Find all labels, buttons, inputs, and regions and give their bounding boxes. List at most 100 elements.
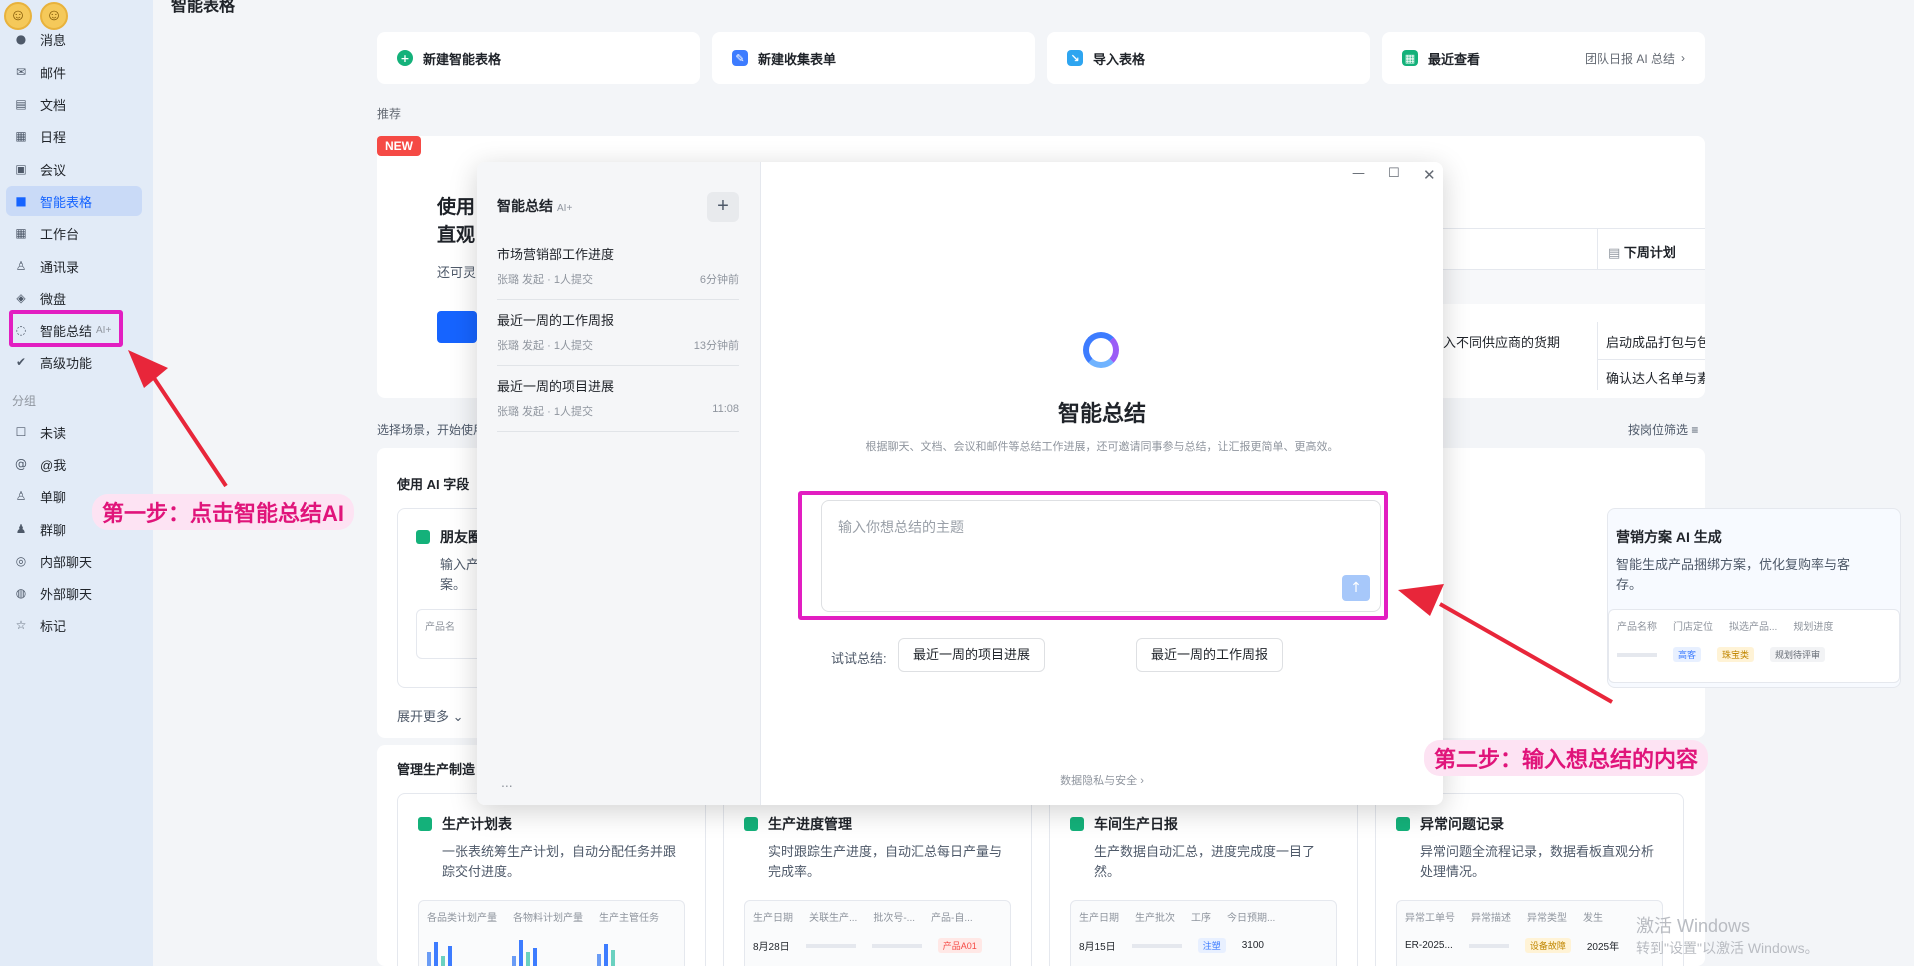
group-label: 分组 xyxy=(12,394,37,408)
unread-icon: ☐ xyxy=(15,425,27,439)
sidebar-item-label: 内部聊天 xyxy=(40,554,93,570)
privacy-link[interactable]: 数据隐私与安全 › xyxy=(761,772,1443,788)
banner-cta-button[interactable] xyxy=(437,311,477,343)
section-title: 管理生产制造 xyxy=(397,762,476,777)
sidebar-item-docs[interactable]: ▤ 文档 xyxy=(6,89,142,119)
person-icon: ♙ xyxy=(15,489,27,503)
new-smart-table-button[interactable]: + 新建智能表格 xyxy=(377,32,700,84)
template-card-production-plan[interactable]: 生产计划表 一张表统筹生产计划，自动分配任务并跟踪交付进度。 各品类计划产量 各物… xyxy=(397,793,706,966)
close-icon[interactable]: ✕ xyxy=(1423,166,1436,184)
calendar-icon: ▦ xyxy=(15,129,27,143)
sidebar-item-label: 文档 xyxy=(40,97,67,113)
sidebar-item-label: 消息 xyxy=(40,32,67,48)
history-item[interactable]: 最近一周的工作周报 张璐 发起 · 1人提交 13分钟前 xyxy=(497,300,739,366)
chevron-right-icon: › xyxy=(1681,51,1685,65)
suggestion-chip[interactable]: 最近一周的项目进展 xyxy=(898,638,1046,672)
table-icon xyxy=(744,817,758,831)
mini-table: 产品名称 门店定位 拟选产品... 规划进度 高客 珠宝类 规划待评审 xyxy=(1608,609,1900,683)
expand-more-button[interactable]: 展开更多 ⌄ xyxy=(397,706,464,725)
banner-title: 使用 直观 xyxy=(437,197,476,246)
sidebar-item-contacts[interactable]: ♙ 通讯录 xyxy=(6,251,142,281)
add-summary-button[interactable]: + xyxy=(707,192,739,222)
try-label: 试试总结: xyxy=(831,651,887,666)
ai-template-card[interactable]: 营销方案 AI 生成 智能生成产品捆绑方案，优化复购率与客 存。 产品名称 门店定位… xyxy=(1607,508,1901,688)
suggestion-chip[interactable]: 最近一周的工作周报 xyxy=(1136,638,1284,672)
maximize-icon[interactable]: ☐ xyxy=(1388,166,1400,181)
table-cell: 启动成品打包与包 xyxy=(1597,322,1705,360)
table-cell: 入不同供应商的货期 xyxy=(1443,335,1561,350)
chevron-down-icon: ⌄ xyxy=(452,709,464,724)
card-title: 营销方案 AI 生成 xyxy=(1616,529,1722,545)
card-desc: 智能生成产品捆绑方案，优化复购率与客 存。 xyxy=(1616,557,1851,592)
sidebar-item-meeting[interactable]: ▣ 会议 xyxy=(6,154,142,184)
sidebar-item-label: 标记 xyxy=(40,618,67,634)
internal-chat-icon: ◎ xyxy=(15,554,27,568)
drive-icon: ◈ xyxy=(16,291,26,305)
sidebar-item-label: 日程 xyxy=(40,129,67,145)
action-label: 新建智能表格 xyxy=(423,51,502,67)
new-form-button[interactable]: ✎ 新建收集表单 xyxy=(712,32,1035,84)
mini-table: 生产日期 关联生产... 批次号-... 产品-自... 8月28日 产品A01 xyxy=(744,900,1011,966)
banner-subtitle: 还可灵 xyxy=(437,265,477,280)
card-desc: 实时跟踪生产进度，自动汇总每日产量与完成率。 xyxy=(768,844,1003,879)
table-header-cell xyxy=(1437,228,1597,270)
template-card-production-progress[interactable]: 生产进度管理 实时跟踪生产进度，自动汇总每日产量与完成率。 生产日期 关联生产..… xyxy=(723,793,1032,966)
external-chat-icon: ◍ xyxy=(15,586,27,600)
sidebar-item-label: 群聊 xyxy=(40,522,67,538)
table-icon xyxy=(418,817,432,831)
sidebar-item-mail[interactable]: ✉ 邮件 xyxy=(6,57,142,87)
table-cell: 确认达人名单与素 xyxy=(1597,360,1705,390)
sidebar-item-label: 未读 xyxy=(40,425,67,441)
sidebar-item-smart-table[interactable]: ■ 智能表格 xyxy=(6,186,142,216)
sidebar-item-label: 邮件 xyxy=(40,65,67,81)
sidebar-item-drive[interactable]: ◈ 微盘 xyxy=(6,283,142,313)
highlight-box xyxy=(9,310,123,347)
mini-table: 异常工单号 异常描述 异常类型 发生 ER-2025... 设备故障 2025年 xyxy=(1396,900,1663,966)
page-title: 智能表格 xyxy=(171,0,236,15)
scene-hint: 选择场景，开始使用 xyxy=(377,423,486,437)
doc-icon: ▤ xyxy=(15,97,27,111)
sidebar-item-starred[interactable]: ☆ 标记 xyxy=(6,610,142,640)
table-header-next-week: ▤ 下周计划 xyxy=(1597,228,1705,270)
table-icon xyxy=(416,530,430,544)
sidebar-item-external-chat[interactable]: ◍ 外部聊天 xyxy=(6,578,142,608)
sidebar-item-unread[interactable]: ☐ 未读 xyxy=(6,417,142,447)
sidebar-item-label: 微盘 xyxy=(40,291,67,307)
action-label: 新建收集表单 xyxy=(758,51,837,67)
filter-icon: ≡ xyxy=(1691,423,1699,437)
sidebar-item-workbench[interactable]: ▦ 工作台 xyxy=(6,218,142,248)
sidebar-item-messages[interactable]: ● 消息 xyxy=(6,24,142,54)
sidebar-item-internal-chat[interactable]: ◎ 内部聊天 xyxy=(6,546,142,576)
new-badge: NEW xyxy=(377,136,421,156)
dialog-subtitle: 根据聊天、文档、会议和邮件等总结工作进展，还可邀请同事参与总结，让汇报更简单、更… xyxy=(865,441,1339,453)
import-table-button[interactable]: ↘ 导入表格 xyxy=(1047,32,1370,84)
sidebar-item-label: 单聊 xyxy=(40,489,67,505)
dialog-panel-title: 智能总结 AI+ xyxy=(497,198,573,214)
recent-item-link[interactable]: 团队日报 AI 总结 xyxy=(1585,50,1675,67)
sidebar-item-at-me[interactable]: @ @我 xyxy=(6,449,142,479)
chat-bubble-icon: ● xyxy=(15,32,27,46)
recent-view-button[interactable]: ▦ 最近查看 团队日报 AI 总结 › xyxy=(1382,32,1705,84)
mail-icon: ✉ xyxy=(15,65,27,79)
position-filter[interactable]: 按岗位筛选 ≡ xyxy=(1628,421,1698,438)
card-desc: 一张表统筹生产计划，自动分配任务并跟踪交付进度。 xyxy=(442,844,677,879)
action-label: 导入表格 xyxy=(1093,51,1146,67)
sidebar-item-advanced[interactable]: ✔ 高级功能 xyxy=(6,347,142,377)
template-card-workshop-daily[interactable]: 车间生产日报 生产数据自动汇总，进度完成度一目了然。 生产日期 生产批次 工序 今日预… xyxy=(1049,793,1358,966)
history-item[interactable]: 市场营销部工作进度 张璐 发起 · 1人提交 6分钟前 xyxy=(497,234,739,300)
table-icon xyxy=(1070,817,1084,831)
sidebar-item-calendar[interactable]: ▦ 日程 xyxy=(6,121,142,151)
recent-icon: ▦ xyxy=(1402,50,1418,66)
recommend-label: 推荐 xyxy=(377,107,402,121)
sidebar-item-label: 通讯录 xyxy=(40,259,80,275)
dialog-title: 智能总结 xyxy=(1057,401,1146,426)
card-desc: 异常问题全流程记录，数据看板直观分析处理情况。 xyxy=(1420,844,1655,879)
more-options-icon[interactable]: ... xyxy=(501,774,513,790)
import-icon: ↘ xyxy=(1067,50,1083,66)
minimize-icon[interactable]: — xyxy=(1352,166,1365,181)
grid-icon: ▦ xyxy=(15,226,27,240)
history-item[interactable]: 最近一周的项目进展 张璐 发起 · 1人提交 11:08 xyxy=(497,366,739,432)
action-label: 最近查看 xyxy=(1428,51,1481,67)
dialog-history-panel: 智能总结 AI+ + 市场营销部工作进度 张璐 发起 · 1人提交 6分钟前 最近一… xyxy=(477,162,761,805)
card-desc: 生产数据自动汇总，进度完成度一目了然。 xyxy=(1094,844,1316,879)
